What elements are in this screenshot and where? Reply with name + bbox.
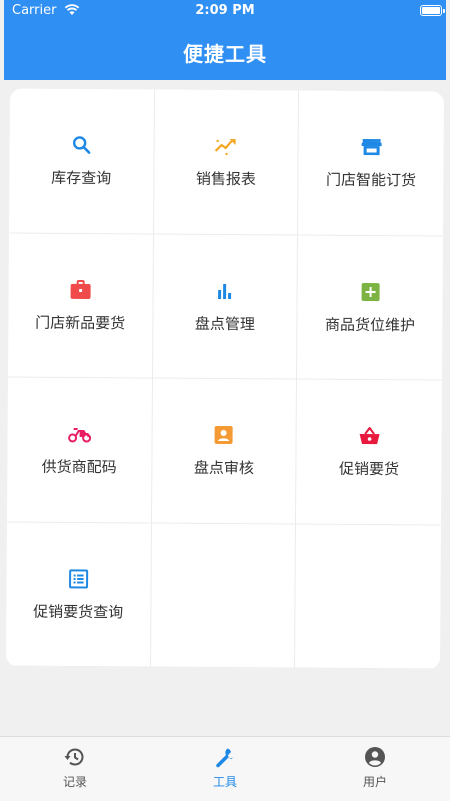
battery-icon (420, 5, 445, 16)
status-time: 2:09 PM (195, 3, 255, 18)
empty-cell (150, 522, 297, 669)
contact-card-icon (215, 426, 234, 445)
motorcycle-icon (67, 428, 91, 443)
tool-label: 商品货位维护 (324, 315, 416, 335)
tool-label: 促销要货 (338, 460, 400, 479)
tab-label: 记录 (62, 775, 87, 789)
tool-stocktake-management[interactable]: 盘点管理 (152, 233, 299, 380)
tool-store-new-product-request[interactable]: 门店新品要货 (8, 232, 154, 379)
tool-inventory-query[interactable]: 库存查询 (9, 88, 155, 234)
trending-icon (215, 139, 237, 156)
tool-store-smart-ordering[interactable]: 门店智能订货 (298, 90, 445, 237)
tool-promotion-request[interactable]: 促销要货 (296, 379, 442, 526)
tab-label: 用户 (362, 775, 387, 789)
wrench-icon (216, 748, 235, 768)
tool-label: 门店智能订货 (325, 170, 417, 190)
header-bar: Carrier 2:09 PM 便捷工具 (4, 0, 446, 80)
store-icon (361, 139, 382, 156)
basket-icon (359, 427, 380, 445)
tab-bar: 记录 工具 用户 (0, 736, 450, 801)
tool-supplier-code-matching[interactable]: 供货商配码 (6, 377, 153, 523)
tab-records[interactable]: 记录 (0, 737, 150, 801)
tool-label: 促销要货查询 (33, 602, 124, 622)
tool-product-location-maintenance[interactable]: 商品货位维护 (297, 235, 444, 381)
tool-label: 盘点审核 (193, 459, 254, 478)
tab-label: 工具 (212, 775, 237, 789)
briefcase-icon (70, 279, 91, 299)
bar-chart-icon (218, 283, 232, 299)
tool-sales-report[interactable]: 销售报表 (153, 89, 300, 236)
tool-promotion-request-query[interactable]: 促销要货查询 (5, 521, 152, 668)
search-icon (72, 136, 91, 155)
add-box-icon (361, 282, 380, 301)
tool-stocktake-review[interactable]: 盘点审核 (151, 378, 298, 525)
tool-label: 供货商配码 (41, 457, 117, 477)
tool-label: 门店新品要货 (35, 313, 126, 333)
tab-user[interactable]: 用户 (300, 737, 450, 801)
empty-cell (295, 524, 441, 670)
list-alt-icon (68, 569, 88, 589)
page-title: 便捷工具 (183, 42, 267, 66)
tool-label: 销售报表 (195, 170, 256, 189)
account-icon (365, 747, 385, 767)
tool-label: 库存查询 (51, 169, 112, 188)
tools-grid: 库存查询 销售报表 门店智能订货 门店新品要货 盘点管理 商品货位维护 供货商配… (5, 88, 445, 670)
history-icon (64, 748, 84, 766)
status-bar: Carrier 2:09 PM (4, 0, 446, 22)
tool-label: 盘点管理 (194, 314, 255, 333)
tab-tools[interactable]: 工具 (150, 737, 300, 801)
